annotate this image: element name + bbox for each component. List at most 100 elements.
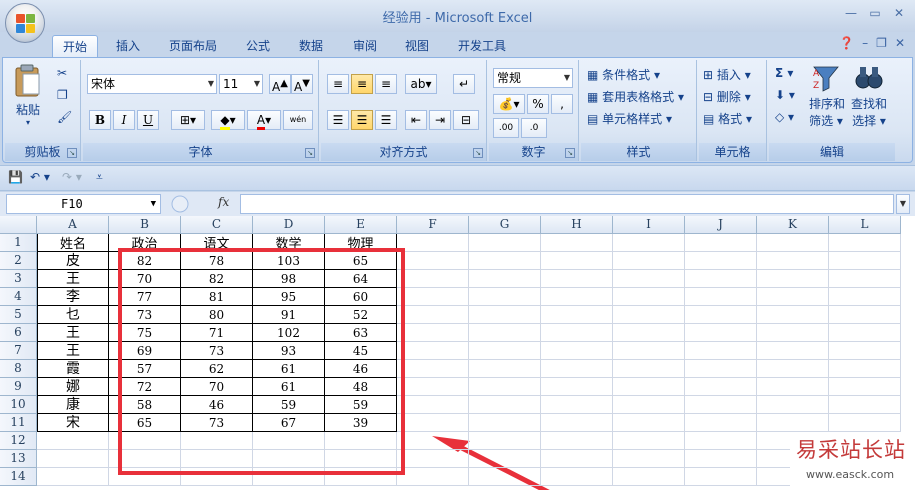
font-color-button[interactable]: A▾ <box>247 110 281 130</box>
row-header-10[interactable]: 10 <box>0 396 37 414</box>
save-icon[interactable]: 💾 <box>8 170 23 184</box>
cell[interactable]: 王 <box>37 324 109 342</box>
cell[interactable] <box>685 252 757 270</box>
cell[interactable]: 64 <box>325 270 397 288</box>
cell[interactable]: 霞 <box>37 360 109 378</box>
cell[interactable] <box>37 450 109 468</box>
cell[interactable]: 皮 <box>37 252 109 270</box>
cell[interactable] <box>541 378 613 396</box>
cell[interactable] <box>613 432 685 450</box>
cell[interactable] <box>469 468 541 486</box>
cell[interactable] <box>469 324 541 342</box>
italic-button[interactable]: I <box>113 110 135 130</box>
cell[interactable] <box>469 306 541 324</box>
decrease-decimal-button[interactable]: .0 <box>521 118 547 138</box>
cell[interactable]: 娜 <box>37 378 109 396</box>
cell[interactable] <box>109 432 181 450</box>
cell[interactable]: 65 <box>109 414 181 432</box>
cell[interactable] <box>397 234 469 252</box>
insert-cells-button[interactable]: ⊞ 插入 ▾ <box>703 66 751 83</box>
delete-cells-button[interactable]: ⊟ 删除 ▾ <box>703 88 751 105</box>
cell[interactable]: 39 <box>325 414 397 432</box>
number-dialog-launcher[interactable]: ↘ <box>565 148 575 158</box>
header-cell[interactable]: 数学 <box>253 234 325 252</box>
cell[interactable]: 70 <box>109 270 181 288</box>
expand-formula-icon[interactable]: ▼ <box>896 194 910 214</box>
cell[interactable] <box>325 450 397 468</box>
autosum-button[interactable]: Σ ▾ <box>775 66 793 80</box>
format-painter-icon[interactable]: 🖌 <box>57 110 72 124</box>
bold-button[interactable]: B <box>89 110 111 130</box>
row-header-7[interactable]: 7 <box>0 342 37 360</box>
cell[interactable] <box>613 396 685 414</box>
align-left-button[interactable]: ☰ <box>327 110 349 130</box>
cell[interactable]: 102 <box>253 324 325 342</box>
cell[interactable] <box>397 468 469 486</box>
cell[interactable] <box>757 342 829 360</box>
cell[interactable] <box>685 432 757 450</box>
cell[interactable] <box>757 288 829 306</box>
find-select-button[interactable]: 查找和 选择 ▾ <box>849 64 889 129</box>
cell[interactable] <box>829 360 901 378</box>
row-header-8[interactable]: 8 <box>0 360 37 378</box>
row-header-9[interactable]: 9 <box>0 378 37 396</box>
cell[interactable] <box>541 252 613 270</box>
cell[interactable] <box>757 324 829 342</box>
row-header-1[interactable]: 1 <box>0 234 37 252</box>
orientation-button[interactable]: ab▾ <box>405 74 437 94</box>
help-icon[interactable]: ❓ <box>839 36 854 50</box>
header-cell[interactable]: 物理 <box>325 234 397 252</box>
cell[interactable] <box>829 234 901 252</box>
cell[interactable] <box>469 378 541 396</box>
cell[interactable]: 乜 <box>37 306 109 324</box>
borders-button[interactable]: ⊞▾ <box>171 110 205 130</box>
cell[interactable]: 63 <box>325 324 397 342</box>
cell[interactable] <box>469 288 541 306</box>
fill-color-button[interactable]: ◆▾ <box>211 110 245 130</box>
doc-restore-icon[interactable]: ❐ <box>876 36 887 50</box>
tab-review[interactable]: 审阅 <box>344 35 386 58</box>
cell[interactable] <box>685 378 757 396</box>
cell[interactable] <box>613 450 685 468</box>
cell[interactable] <box>757 252 829 270</box>
cell[interactable] <box>685 324 757 342</box>
cell[interactable]: 91 <box>253 306 325 324</box>
cell[interactable] <box>829 396 901 414</box>
tab-view[interactable]: 视图 <box>396 35 438 58</box>
cell[interactable] <box>469 270 541 288</box>
cell[interactable] <box>829 270 901 288</box>
cell[interactable]: 93 <box>253 342 325 360</box>
cell[interactable] <box>469 360 541 378</box>
cell[interactable]: 王 <box>37 342 109 360</box>
cell[interactable] <box>181 468 253 486</box>
header-cell[interactable]: 政治 <box>109 234 181 252</box>
column-header-a[interactable]: A <box>37 216 109 234</box>
cell[interactable]: 65 <box>325 252 397 270</box>
cell[interactable] <box>685 306 757 324</box>
cell[interactable] <box>469 450 541 468</box>
cell[interactable] <box>253 432 325 450</box>
cell[interactable] <box>685 450 757 468</box>
cell[interactable] <box>613 414 685 432</box>
currency-button[interactable]: 💰▾ <box>493 94 525 114</box>
cell[interactable] <box>685 468 757 486</box>
cell[interactable]: 73 <box>109 306 181 324</box>
cell[interactable] <box>757 234 829 252</box>
cell[interactable]: 康 <box>37 396 109 414</box>
cell[interactable] <box>397 342 469 360</box>
redo-icon[interactable]: ↷ ▾ <box>62 170 82 184</box>
minimize-icon[interactable]: — <box>841 4 861 22</box>
cell[interactable] <box>685 414 757 432</box>
decrease-indent-button[interactable]: ⇤ <box>405 110 427 130</box>
tab-page-layout[interactable]: 页面布局 <box>160 35 226 58</box>
cell[interactable]: 72 <box>109 378 181 396</box>
cell[interactable] <box>397 288 469 306</box>
grow-font-button[interactable]: A▲ <box>269 74 291 94</box>
cell[interactable] <box>253 468 325 486</box>
undo-icon[interactable]: ↶ ▾ <box>30 170 50 184</box>
font-dialog-launcher[interactable]: ↘ <box>305 148 315 158</box>
doc-close-icon[interactable]: ✕ <box>895 36 905 50</box>
row-header-3[interactable]: 3 <box>0 270 37 288</box>
cell[interactable]: 82 <box>109 252 181 270</box>
cell[interactable]: 59 <box>325 396 397 414</box>
